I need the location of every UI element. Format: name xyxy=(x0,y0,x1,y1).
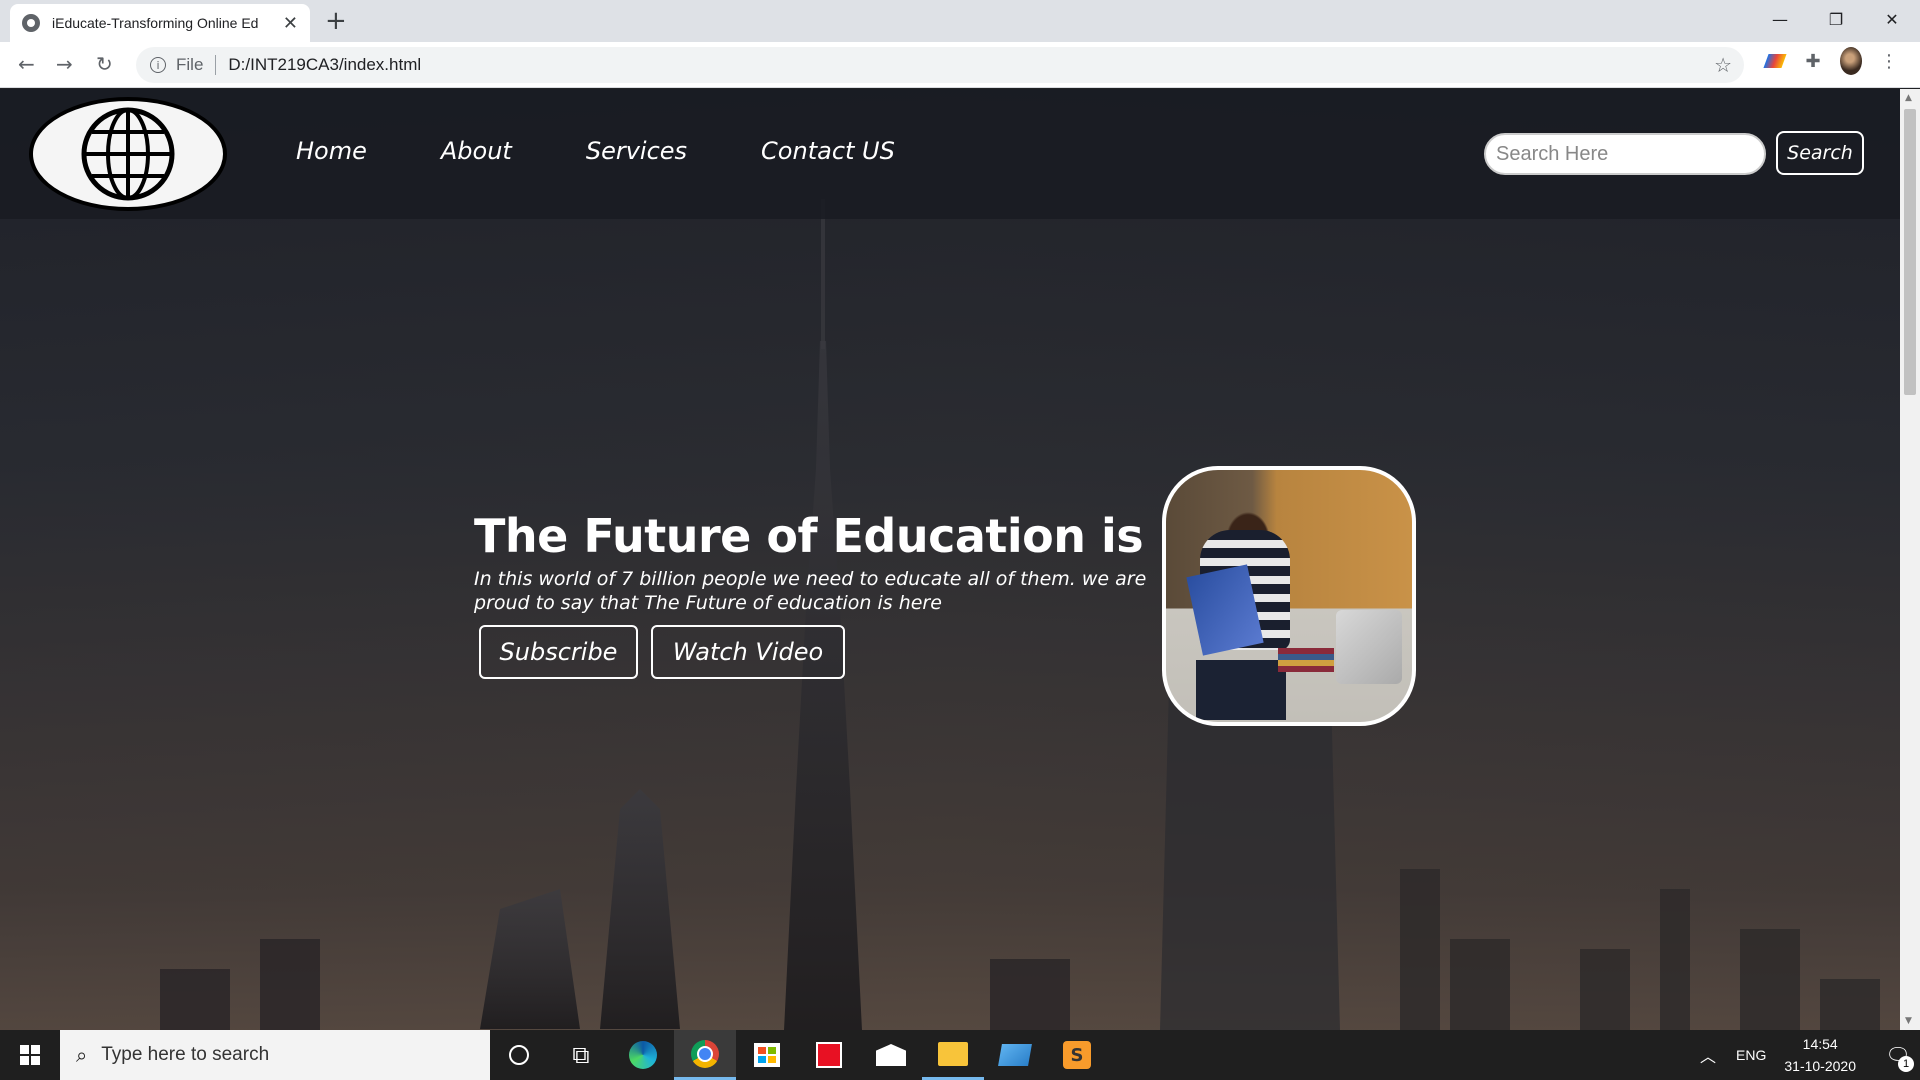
window-controls: — ❐ ✕ xyxy=(1752,0,1920,38)
url-scheme-label: File xyxy=(176,55,204,74)
sublime-text-icon: S xyxy=(1063,1041,1091,1069)
folder-icon xyxy=(938,1041,968,1066)
student-reading-image xyxy=(1162,466,1416,726)
taskbar-chrome[interactable] xyxy=(674,1030,736,1080)
taskbar-file-explorer[interactable] xyxy=(922,1030,984,1080)
browser-tab-strip: iEducate-Transforming Online Ed ✕ + — ❐ … xyxy=(0,0,1920,42)
taskbar-sublime[interactable]: S xyxy=(1046,1030,1108,1080)
taskbar-gift-app[interactable] xyxy=(798,1030,860,1080)
start-button[interactable] xyxy=(0,1030,60,1080)
extension-icons: ✚ ⋮ xyxy=(1763,47,1900,75)
taskbar-edge[interactable] xyxy=(612,1030,674,1080)
clock[interactable]: 14:54 31-10-2020 xyxy=(1784,1033,1856,1077)
site-header: Home About Services Contact US Search xyxy=(0,89,1900,219)
taskbar-search-box[interactable]: ⌕ Type here to search xyxy=(60,1030,490,1080)
site-search-input[interactable] xyxy=(1484,133,1766,175)
info-icon[interactable]: i xyxy=(150,57,166,73)
taskbar-this-pc[interactable] xyxy=(984,1030,1046,1080)
taskbar-store[interactable] xyxy=(736,1030,798,1080)
laptop-illustration xyxy=(1336,610,1402,684)
profile-avatar[interactable] xyxy=(1840,47,1862,75)
taskbar-mail[interactable] xyxy=(860,1030,922,1080)
nav-services[interactable]: Services xyxy=(586,137,687,165)
scroll-thumb[interactable] xyxy=(1904,109,1916,395)
menu-kebab-icon[interactable]: ⋮ xyxy=(1878,50,1900,72)
scroll-down-arrow-icon[interactable]: ▼ xyxy=(1905,1016,1912,1026)
hero-subtitle: In this world of 7 billion people we nee… xyxy=(474,568,1147,614)
taskbar-search-placeholder: Type here to search xyxy=(101,1044,270,1065)
cortana-button[interactable] xyxy=(488,1030,550,1080)
stacked-books xyxy=(1278,648,1334,672)
notification-count: 1 xyxy=(1898,1056,1914,1072)
globe-logo[interactable] xyxy=(29,97,227,211)
cortana-icon xyxy=(509,1045,529,1065)
puzzle-extensions-icon[interactable]: ✚ xyxy=(1802,50,1824,72)
tab-title: iEducate-Transforming Online Ed xyxy=(52,15,259,31)
action-center-button[interactable]: 🗨 1 xyxy=(1876,1030,1920,1080)
subscribe-button[interactable]: Subscribe xyxy=(479,625,638,679)
minimize-button[interactable]: — xyxy=(1752,0,1808,38)
globe-favicon-icon xyxy=(22,14,40,32)
system-tray: ︿ ENG 14:54 31-10-2020 🗨 1 xyxy=(1700,1030,1920,1080)
back-arrow-icon[interactable]: ← xyxy=(18,52,35,76)
gift-icon xyxy=(816,1042,842,1068)
show-hidden-icons-icon[interactable]: ︿ xyxy=(1700,1043,1716,1067)
windows-taskbar: ⌕ Type here to search ⧉ S ︿ ENG 14:54 31… xyxy=(0,1030,1920,1080)
globe-icon xyxy=(81,107,175,201)
new-tab-button[interactable]: + xyxy=(325,6,347,36)
site-search-button[interactable]: Search xyxy=(1776,131,1864,175)
url-text[interactable]: D:/INT219CA3/index.html xyxy=(228,55,421,75)
task-view-icon: ⧉ xyxy=(572,1041,590,1069)
language-indicator[interactable]: ENG xyxy=(1736,1047,1766,1063)
nav-about[interactable]: About xyxy=(441,137,512,165)
page-scrollbar[interactable]: ▲ ▼ xyxy=(1900,89,1920,1030)
page-viewport: Home About Services Contact US Search Th… xyxy=(0,89,1900,1030)
windows-logo-icon xyxy=(20,1045,40,1065)
pc-icon xyxy=(998,1044,1032,1066)
colorful-extension-icon[interactable] xyxy=(1763,50,1787,72)
search-icon: ⌕ xyxy=(76,1043,88,1067)
url-divider xyxy=(215,55,217,75)
edge-icon xyxy=(629,1041,657,1069)
browser-toolbar: ← → ↻ i File D:/INT219CA3/index.html ☆ ✚… xyxy=(0,42,1920,88)
reload-icon[interactable]: ↻ xyxy=(96,52,113,76)
bookmark-star-icon[interactable]: ☆ xyxy=(1714,53,1732,77)
watch-video-button[interactable]: Watch Video xyxy=(651,625,845,679)
store-icon xyxy=(754,1043,780,1067)
maximize-button[interactable]: ❐ xyxy=(1808,0,1864,38)
student-legs xyxy=(1196,660,1286,720)
forward-arrow-icon[interactable]: → xyxy=(56,52,73,76)
browser-tab[interactable]: iEducate-Transforming Online Ed ✕ xyxy=(10,4,310,42)
nav-home[interactable]: Home xyxy=(296,137,367,165)
tab-close-icon[interactable]: ✕ xyxy=(283,13,298,34)
nav-contact[interactable]: Contact US xyxy=(761,137,895,165)
scroll-up-arrow-icon[interactable]: ▲ xyxy=(1905,93,1912,103)
clock-time: 14:54 xyxy=(1802,1036,1838,1052)
task-view-button[interactable]: ⧉ xyxy=(550,1030,612,1080)
address-bar[interactable]: i File D:/INT219CA3/index.html ☆ xyxy=(136,47,1744,83)
main-nav: Home About Services Contact US xyxy=(296,137,969,165)
clock-date: 31-10-2020 xyxy=(1784,1058,1856,1074)
chrome-icon xyxy=(691,1039,719,1068)
mail-icon xyxy=(876,1044,906,1066)
close-window-button[interactable]: ✕ xyxy=(1864,0,1920,38)
